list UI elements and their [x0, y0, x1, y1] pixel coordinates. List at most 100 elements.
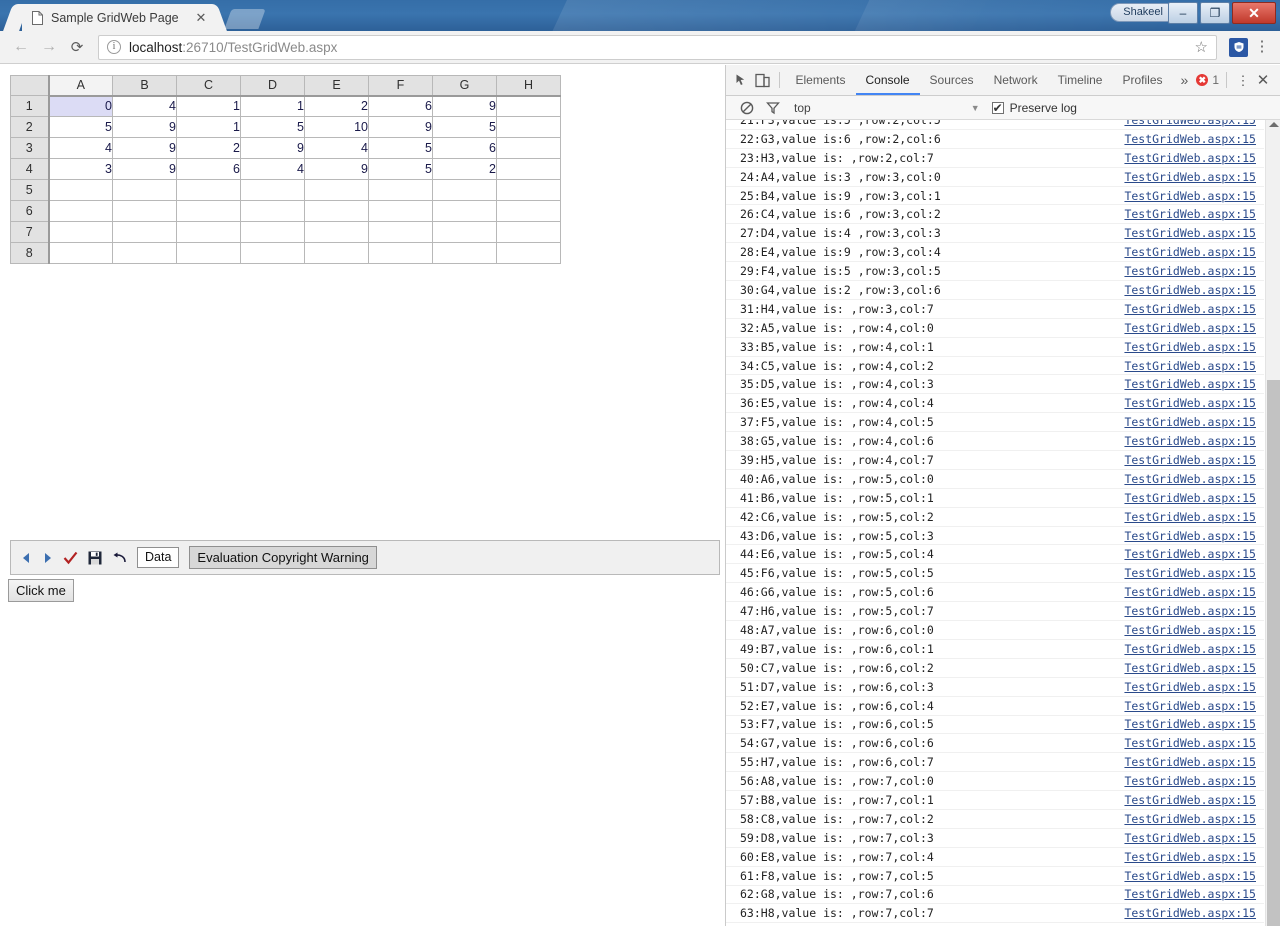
click-me-button[interactable]: Click me: [8, 579, 74, 602]
console-log-row[interactable]: 35:D5,value is: ,row:4,col:3 TestGridWeb.…: [726, 375, 1264, 395]
reload-button[interactable]: ⟳: [64, 34, 90, 60]
tab-elements[interactable]: Elements: [785, 65, 855, 95]
cell-g2[interactable]: 5: [432, 116, 497, 138]
filter-icon[interactable]: [760, 96, 786, 120]
more-tabs-icon[interactable]: »: [1173, 72, 1197, 88]
console-log-row[interactable]: 28:E4,value is:9 ,row:3,col:4 TestGridWeb…: [726, 243, 1264, 263]
cell-b1[interactable]: 4: [112, 95, 177, 117]
tab-sources[interactable]: Sources: [920, 65, 984, 95]
undo-icon[interactable]: [112, 552, 127, 564]
select-all-corner[interactable]: [10, 75, 50, 96]
console-log-row[interactable]: 58:C8,value is: ,row:7,col:2 TestGridWeb.…: [726, 810, 1264, 829]
console-log-row[interactable]: 37:F5,value is: ,row:4,col:5 TestGridWeb.…: [726, 413, 1264, 433]
tab-console[interactable]: Console: [855, 65, 920, 95]
console-log-row[interactable]: 41:B6,value is: ,row:5,col:1 TestGridWeb.…: [726, 489, 1264, 508]
row-header-3[interactable]: 3: [10, 137, 50, 159]
console-source-link[interactable]: TestGridWeb.aspx:15: [1124, 699, 1264, 713]
column-header-g[interactable]: G: [432, 75, 497, 97]
console-log-row[interactable]: 36:E5,value is: ,row:4,col:4 TestGridWeb.…: [726, 394, 1264, 414]
console-source-link[interactable]: TestGridWeb.aspx:15: [1124, 340, 1264, 354]
row-header-4[interactable]: 4: [10, 158, 50, 180]
column-header-b[interactable]: B: [112, 75, 177, 97]
console-source-link[interactable]: TestGridWeb.aspx:15: [1124, 245, 1264, 259]
cell-c8[interactable]: [176, 242, 241, 264]
console-log-row[interactable]: 62:G8,value is: ,row:7,col:6 TestGridWeb.…: [726, 886, 1264, 905]
console-source-link[interactable]: TestGridWeb.aspx:15: [1124, 793, 1264, 807]
cell-b8[interactable]: [112, 242, 177, 264]
evaluation-copyright-warning-button[interactable]: Evaluation Copyright Warning: [189, 546, 377, 569]
cell-h1[interactable]: [496, 95, 561, 117]
row-header-5[interactable]: 5: [10, 179, 50, 201]
console-source-link[interactable]: TestGridWeb.aspx:15: [1124, 906, 1264, 920]
column-header-e[interactable]: E: [304, 75, 369, 97]
cell-g7[interactable]: [432, 221, 497, 243]
console-log-row[interactable]: 61:F8,value is: ,row:7,col:5 TestGridWeb.…: [726, 867, 1264, 886]
console-log-row[interactable]: 55:H7,value is: ,row:6,col:7 TestGridWeb.…: [726, 753, 1264, 773]
console-source-link[interactable]: TestGridWeb.aspx:15: [1124, 434, 1264, 448]
cell-f1[interactable]: 6: [368, 95, 433, 117]
column-header-a[interactable]: A: [48, 75, 113, 97]
scrollbar-thumb[interactable]: [1267, 380, 1280, 926]
cell-b6[interactable]: [112, 200, 177, 222]
console-source-link[interactable]: TestGridWeb.aspx:15: [1124, 717, 1264, 731]
cell-c7[interactable]: [176, 221, 241, 243]
console-log-row[interactable]: 51:D7,value is: ,row:6,col:3 TestGridWeb.…: [726, 678, 1264, 697]
cell-c6[interactable]: [176, 200, 241, 222]
console-source-link[interactable]: TestGridWeb.aspx:15: [1124, 359, 1264, 373]
console-source-link[interactable]: TestGridWeb.aspx:15: [1124, 453, 1264, 467]
checkmark-icon[interactable]: [63, 551, 78, 565]
scroll-up-arrow-icon[interactable]: [1269, 122, 1279, 127]
error-count-badge[interactable]: ✖ 1: [1196, 73, 1219, 87]
console-log-row[interactable]: 44:E6,value is: ,row:5,col:4 TestGridWeb.…: [726, 545, 1264, 565]
device-toolbar-icon[interactable]: [752, 68, 772, 92]
cell-b3[interactable]: 9: [112, 137, 177, 159]
browser-tab[interactable]: Sample GridWeb Page ✕: [22, 4, 214, 31]
console-source-link[interactable]: TestGridWeb.aspx:15: [1124, 132, 1264, 146]
cell-d7[interactable]: [240, 221, 305, 243]
column-header-h[interactable]: H: [496, 75, 561, 97]
cell-a6[interactable]: [48, 200, 113, 222]
cell-d3[interactable]: 9: [240, 137, 305, 159]
console-source-link[interactable]: TestGridWeb.aspx:15: [1124, 585, 1264, 599]
cell-g1[interactable]: 9: [432, 95, 497, 117]
prev-arrow-icon[interactable]: [21, 552, 32, 564]
console-source-link[interactable]: TestGridWeb.aspx:15: [1124, 850, 1264, 864]
new-tab-button[interactable]: [224, 9, 266, 29]
console-source-link[interactable]: TestGridWeb.aspx:15: [1124, 189, 1264, 203]
cell-a2[interactable]: 5: [48, 116, 113, 138]
cell-g8[interactable]: [432, 242, 497, 264]
close-window-button[interactable]: ✕: [1232, 2, 1276, 24]
cell-b5[interactable]: [112, 179, 177, 201]
console-log-row[interactable]: 24:A4,value is:3 ,row:3,col:0 TestGridWeb…: [726, 168, 1264, 187]
console-log-row[interactable]: 39:H5,value is: ,row:4,col:7 TestGridWeb.…: [726, 451, 1264, 470]
console-log-row[interactable]: 23:H3,value is: ,row:2,col:7 TestGridWeb.…: [726, 149, 1264, 168]
extension-icon[interactable]: [1229, 37, 1248, 57]
cell-e2[interactable]: 10: [304, 116, 369, 138]
cell-d6[interactable]: [240, 200, 305, 222]
cell-f5[interactable]: [368, 179, 433, 201]
console-log-row[interactable]: 54:G7,value is: ,row:6,col:6 TestGridWeb.…: [726, 734, 1264, 754]
console-log-row[interactable]: 26:C4,value is:6 ,row:3,col:2 TestGridWeb…: [726, 205, 1264, 225]
cell-b2[interactable]: 9: [112, 116, 177, 138]
console-log-row[interactable]: 32:A5,value is: ,row:4,col:0 TestGridWeb.…: [726, 319, 1264, 338]
cell-e4[interactable]: 9: [304, 158, 369, 180]
cell-f6[interactable]: [368, 200, 433, 222]
sheet-tab-data[interactable]: Data: [137, 547, 180, 568]
cell-c1[interactable]: 1: [176, 95, 241, 117]
console-log-row[interactable]: 22:G3,value is:6 ,row:2,col:6 TestGridWeb…: [726, 130, 1264, 149]
console-source-link[interactable]: TestGridWeb.aspx:15: [1124, 415, 1264, 429]
clear-console-icon[interactable]: [734, 96, 760, 120]
console-log-row[interactable]: 43:D6,value is: ,row:5,col:3 TestGridWeb.…: [726, 527, 1264, 546]
console-source-link[interactable]: TestGridWeb.aspx:15: [1124, 207, 1264, 221]
cell-a4[interactable]: 3: [48, 158, 113, 180]
console-source-link[interactable]: TestGridWeb.aspx:15: [1124, 642, 1264, 656]
back-button[interactable]: ←: [8, 34, 34, 60]
console-log-row[interactable]: 29:F4,value is:5 ,row:3,col:5 TestGridWeb…: [726, 262, 1264, 282]
cell-g6[interactable]: [432, 200, 497, 222]
minimize-button[interactable]: –: [1168, 2, 1198, 24]
cell-d4[interactable]: 4: [240, 158, 305, 180]
console-log-row[interactable]: 21:F3,value is:5 ,row:2,col:5 TestGridWeb…: [726, 120, 1264, 130]
cell-e5[interactable]: [304, 179, 369, 201]
console-log-row[interactable]: 46:G6,value is: ,row:5,col:6 TestGridWeb.…: [726, 583, 1264, 603]
cell-c5[interactable]: [176, 179, 241, 201]
